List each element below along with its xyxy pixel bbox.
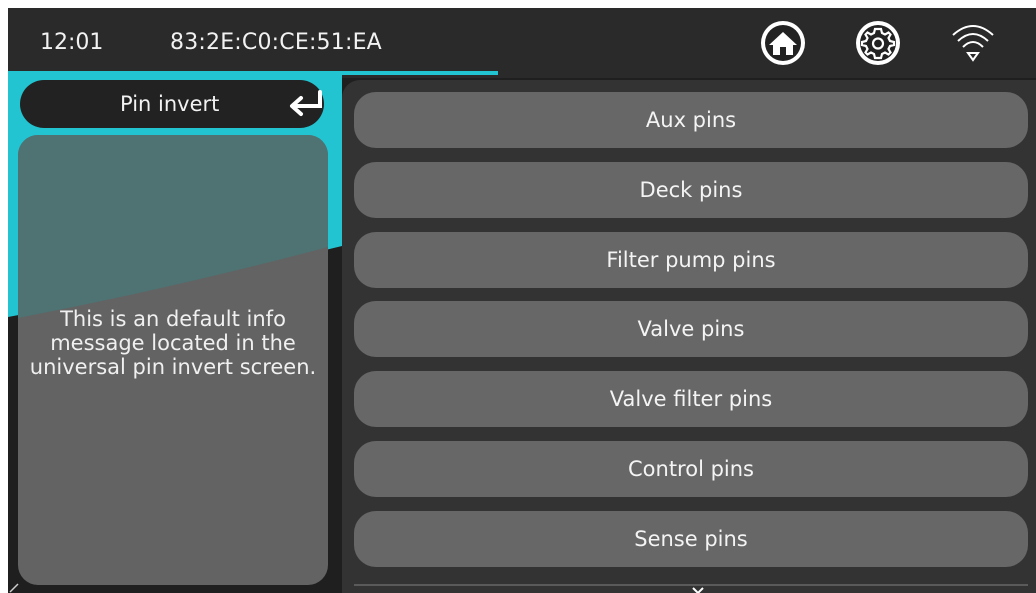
wifi-icon	[952, 25, 994, 62]
home-icon[interactable]	[755, 18, 811, 68]
valve-pins-button[interactable]: Valve pins	[354, 301, 1028, 357]
chevron-down-icon	[692, 587, 704, 593]
resize-grip-icon	[9, 583, 19, 593]
scroll-more-indicator[interactable]	[354, 584, 1028, 593]
return-arrow-icon	[290, 90, 322, 116]
filter-pump-pins-button[interactable]: Filter pump pins	[354, 232, 1028, 288]
valve-filter-pins-button[interactable]: Valve filter pins	[354, 371, 1028, 427]
back-button[interactable]: Pin invert	[20, 80, 324, 128]
info-message: This is an default info message located …	[29, 307, 317, 379]
info-panel: This is an default info message located …	[18, 135, 328, 585]
screen-title: Pin invert	[120, 92, 220, 116]
aux-pins-button[interactable]: Aux pins	[354, 92, 1028, 148]
deck-pins-button[interactable]: Deck pins	[354, 162, 1028, 218]
pin-group-list[interactable]: Aux pins Deck pins Filter pump pins Valv…	[342, 80, 1036, 593]
clock: 12:01	[40, 30, 104, 55]
sense-pins-button[interactable]: Sense pins	[354, 511, 1028, 567]
mac-address: 83:2E:C0:CE:51:EA	[170, 30, 382, 55]
control-pins-button[interactable]: Control pins	[354, 441, 1028, 497]
device-screen: 12:01 83:2E:C0:CE:51:EA Pin invert This …	[8, 8, 1036, 593]
gear-icon[interactable]	[850, 18, 906, 68]
status-bar: 12:01 83:2E:C0:CE:51:EA	[8, 8, 1036, 78]
